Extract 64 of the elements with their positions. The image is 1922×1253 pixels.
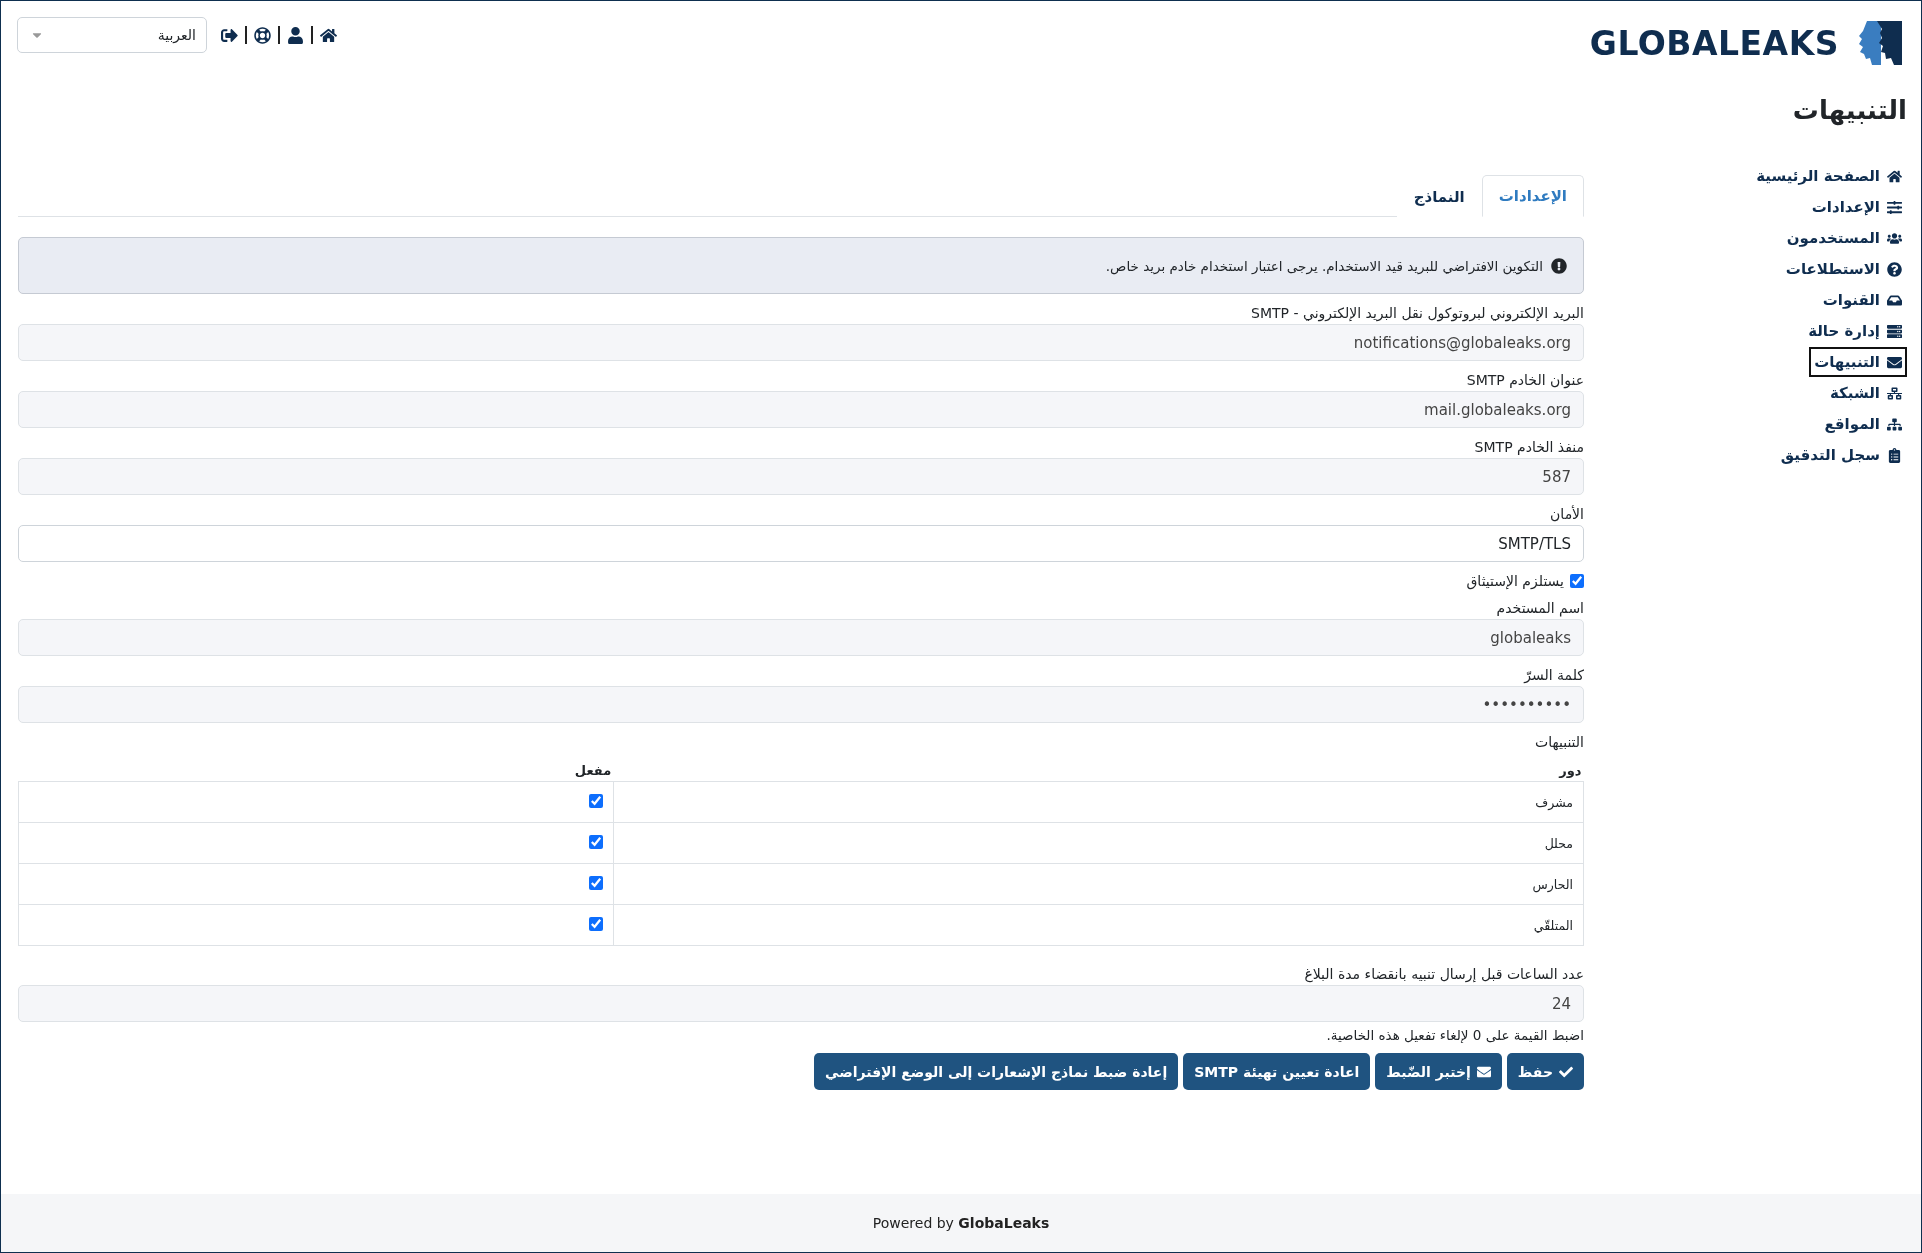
field-label: اسم المستخدم — [1495, 600, 1584, 616]
sidebar-item[interactable]: إدارة حالة — [1803, 316, 1907, 346]
checkbox[interactable] — [588, 916, 603, 931]
home-icon — [1887, 168, 1902, 184]
sidebar-item[interactable]: الاستطلاعات — [1780, 254, 1907, 284]
field-label: الأمان — [1549, 506, 1584, 522]
home-icon[interactable] — [320, 26, 337, 44]
users-icon — [1887, 230, 1902, 246]
text-field[interactable]: notifications@globaleaks.org — [18, 324, 1584, 361]
column-header: مفعل — [18, 761, 614, 782]
action-button[interactable]: إختبر الضّبط — [1375, 1053, 1502, 1090]
field-label: عدد الساعات قبل إرسال تنبيه بانقضاء مدة البلاغ — [1303, 966, 1584, 982]
network-icon — [1887, 385, 1902, 401]
text-field[interactable]: •••••••••• — [18, 686, 1584, 723]
tab[interactable]: الإعدادات — [1481, 175, 1584, 217]
clipboard-icon — [1887, 447, 1902, 463]
sidebar-item[interactable]: الصفحة الرئيسية — [1751, 161, 1907, 191]
exclamation-icon — [1551, 257, 1567, 274]
page-title: التنبيهات — [1792, 95, 1907, 125]
field-label: عنوان الخادم SMTP — [1465, 372, 1584, 388]
sidebar-item[interactable]: الشبكة — [1825, 378, 1907, 408]
field-label: البريد الإلكتروني لبروتوكول نقل البريد الإلكتروني - SMTP — [1250, 305, 1584, 321]
column-header: دور — [613, 761, 1584, 782]
text-field[interactable]: mail.globaleaks.org — [18, 391, 1584, 428]
field-label: كلمة السرّ — [1522, 667, 1584, 683]
check-icon — [1559, 1064, 1573, 1079]
sitemap-icon — [1887, 416, 1902, 432]
logout-icon[interactable] — [221, 26, 238, 44]
action-button[interactable]: إعادة ضبط نماذج الإشعارات إلى الوضع الإفتراضي — [814, 1053, 1179, 1090]
table-cell: المتلقّي — [613, 904, 1584, 946]
checkbox[interactable] — [1570, 574, 1584, 588]
action-button[interactable]: اعادة تعيين تهيئة SMTP — [1183, 1053, 1371, 1090]
question-icon — [1887, 261, 1902, 277]
text-field[interactable]: 587 — [18, 458, 1584, 495]
server-icon — [1887, 323, 1902, 339]
table-cell: محلل — [613, 822, 1584, 864]
logo-text: GLOBALEAKS — [1589, 23, 1839, 63]
sidebar-item[interactable]: الإعدادات — [1806, 192, 1907, 222]
sidebar-item[interactable]: المستخدمون — [1781, 223, 1907, 253]
envelope-icon — [1887, 354, 1902, 370]
field-label: منفذ الخادم SMTP — [1473, 439, 1584, 455]
user-icon[interactable] — [287, 26, 304, 44]
action-button[interactable]: حفظ — [1506, 1053, 1584, 1090]
text-field[interactable]: 24 — [18, 985, 1584, 1022]
language-select[interactable]: العربية — [17, 17, 207, 53]
checkbox[interactable] — [588, 793, 603, 808]
checkbox[interactable] — [588, 834, 603, 849]
text-field[interactable]: globaleaks — [18, 619, 1584, 656]
sidebar-item[interactable]: سجل التدقيق — [1775, 440, 1907, 470]
checkbox-label: يستلزم الإستيثاق — [1466, 573, 1564, 589]
sidebar-item[interactable]: التنبيهات — [1809, 347, 1907, 377]
table-cell: الحارس — [613, 863, 1584, 905]
sliders-icon — [1887, 199, 1902, 215]
help-icon[interactable] — [254, 26, 271, 44]
table-cell: مشرف — [613, 781, 1584, 823]
section-label: التنبيهات — [1534, 734, 1584, 750]
envelope-icon — [1476, 1064, 1491, 1079]
sidebar-item[interactable]: القنوات — [1817, 285, 1907, 315]
hint-text: اضبط القيمة على 0 لإلغاء تفعيل هذه الخاصية. — [1325, 1027, 1584, 1043]
sidebar-item[interactable]: المواقع — [1819, 409, 1907, 439]
footer-text: Powered by GlobaLeaks — [872, 1215, 1050, 1231]
checkbox[interactable] — [588, 875, 603, 890]
select-field[interactable]: SMTP/TLS — [18, 525, 1584, 562]
alert-text: التكوين الافتراضي للبريد قيد الاستخدام. يرجى اعتبار استخدام خادم بريد خاص. — [1105, 257, 1543, 274]
